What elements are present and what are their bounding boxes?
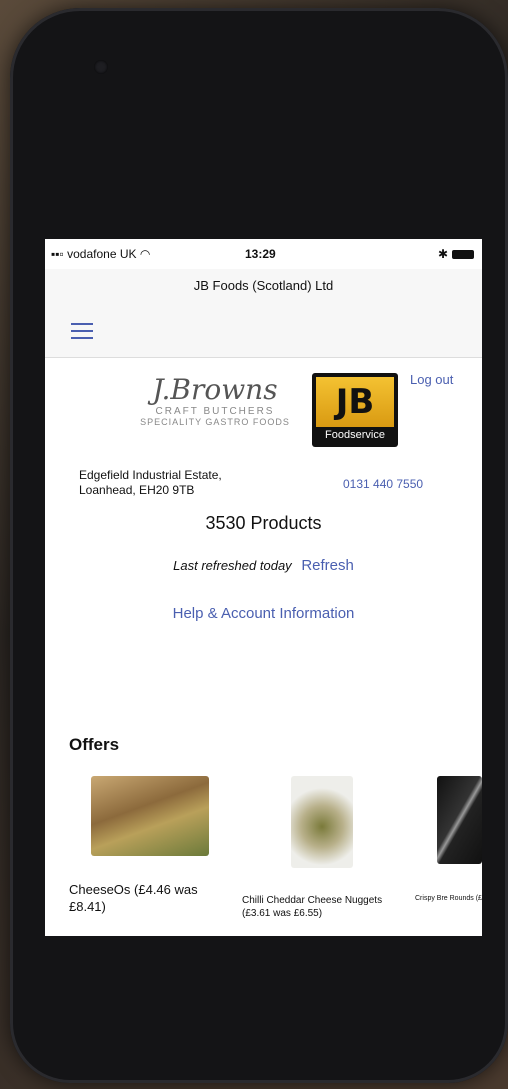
- help-account-link[interactable]: Help & Account Information: [45, 605, 482, 622]
- badge-label: Foodservice: [325, 429, 385, 441]
- bluetooth-icon: ✱: [437, 247, 448, 261]
- status-bar: ▪▪▫ vodafone UK ◠ 13:29 ✱: [45, 239, 482, 269]
- badge-letters: JB: [316, 377, 394, 427]
- last-refreshed-value: today: [259, 558, 292, 573]
- app-screen: ▪▪▫ vodafone UK ◠ 13:29 ✱ JB Foods (Scot…: [45, 239, 482, 936]
- last-refreshed-label: Last refreshed: [173, 558, 257, 573]
- address-line2: Loanhead, EH20 9TB: [79, 483, 195, 497]
- logo-line2: SPECIALITY GASTRO FOODS: [140, 417, 290, 427]
- offer-name: CheeseOs (£4.46 was £8.41): [69, 882, 198, 914]
- battery-icon: [452, 250, 474, 260]
- status-time: 13:29: [245, 247, 276, 261]
- offer-name: Crispy Bre Rounds (£: [415, 895, 482, 902]
- logo-line1: CRAFT BUTCHERS: [155, 406, 275, 417]
- refresh-row: Last refreshed today Refresh: [45, 557, 482, 574]
- logout-link[interactable]: Log out: [410, 372, 453, 387]
- nav-bar: JB Foods (Scotland) Ltd: [45, 269, 482, 358]
- offer-image: [291, 776, 353, 868]
- address: Edgefield Industrial Estate, Loanhead, E…: [79, 468, 279, 498]
- jbrowns-logo: J.Browns CRAFT BUTCHERS SPECIALITY GASTR…: [125, 374, 305, 444]
- address-line1: Edgefield Industrial Estate,: [79, 468, 222, 482]
- carrier-label: ▪▪▫ vodafone UK ◠: [51, 247, 151, 261]
- offer-image: [437, 776, 482, 864]
- nav-title: JB Foods (Scotland) Ltd: [193, 278, 334, 293]
- logo-script: J.Browns: [152, 373, 278, 406]
- jb-foodservice-logo: JB Foodservice: [312, 373, 398, 447]
- offers-title: Offers: [69, 735, 120, 754]
- products-count: 3530 Products: [205, 513, 322, 533]
- menu-icon[interactable]: [71, 323, 93, 339]
- signal-icon: ▪▪▫: [51, 247, 68, 261]
- offer-image: [91, 776, 209, 856]
- phone-link[interactable]: 0131 440 7550: [343, 477, 423, 491]
- status-right: ✱: [438, 247, 474, 261]
- camera-icon: [94, 60, 108, 74]
- offer-name: Chilli Cheddar Cheese Nuggets (£3.61 was…: [242, 895, 383, 919]
- refresh-button[interactable]: Refresh: [301, 557, 354, 574]
- wifi-icon: ◠: [136, 247, 151, 261]
